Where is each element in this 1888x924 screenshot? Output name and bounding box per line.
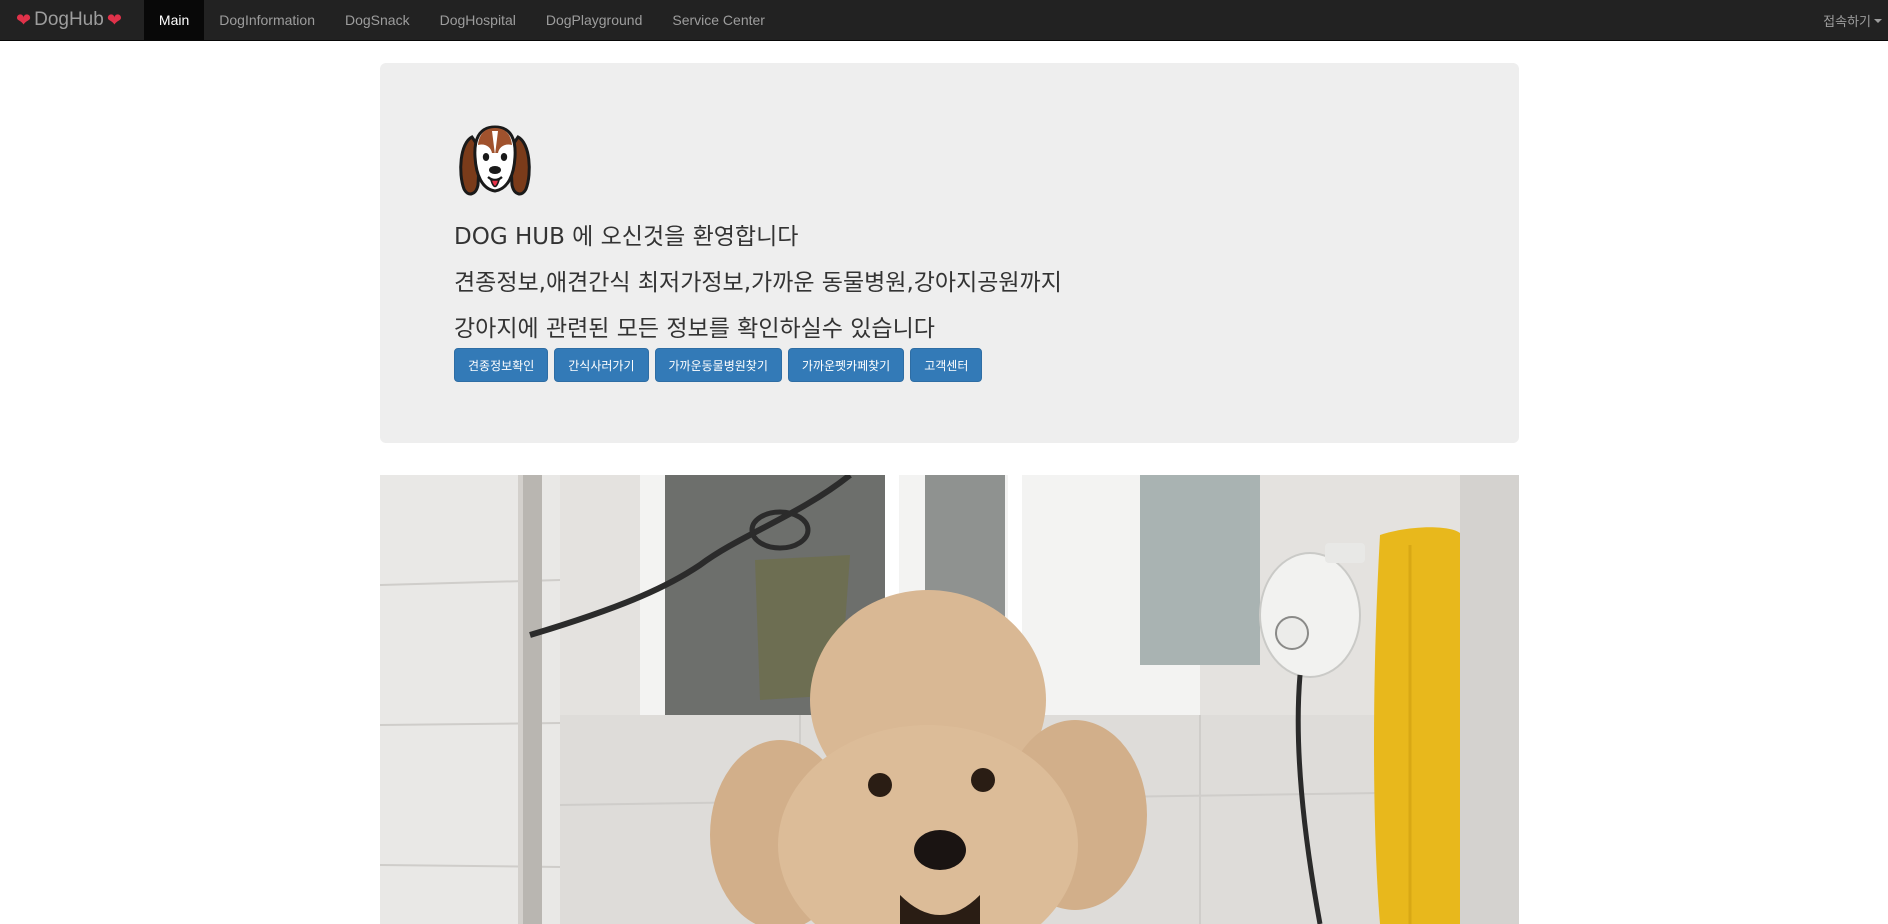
connect-dropdown[interactable]: 접속하기 (1813, 0, 1888, 41)
nav-item-doginformation[interactable]: DogInformation (204, 0, 330, 41)
find-hospital-button[interactable]: 가까운동물병원찾기 (654, 348, 782, 382)
nav-item-dogplayground[interactable]: DogPlayground (531, 0, 658, 41)
nav-item-service-center[interactable]: Service Center (657, 0, 780, 41)
welcome-heading: DOG HUB 에 오신것을 환영합니다 (454, 224, 799, 250)
welcome-jumbotron: DOG HUB 에 오신것을 환영합니다 견종정보,애견간식 최저가정보,가까운… (380, 63, 1519, 443)
brand-name: DogHub (34, 9, 104, 30)
brand-logo[interactable]: ❤ DogHub ❤ (0, 0, 144, 41)
connect-dropdown-label: 접속하기 (1823, 15, 1871, 30)
welcome-description-2: 강아지에 관련된 모든 정보를 확인하실수 있습니다 (454, 316, 935, 342)
customer-center-button[interactable]: 고객센터 (910, 348, 983, 382)
poodle-photo-illustration (380, 475, 1519, 924)
poodle-photo (380, 475, 1519, 924)
caret-down-icon (1874, 18, 1882, 23)
nav-item-main[interactable]: Main (143, 0, 205, 41)
find-pet-cafe-button[interactable]: 가까운펫카페찾기 (787, 348, 905, 382)
heart-icon: ❤ (106, 10, 122, 30)
buy-snack-button[interactable]: 간식사러가기 (554, 348, 649, 382)
nav-item-doghospital[interactable]: DogHospital (425, 0, 531, 41)
beagle-face-icon (459, 125, 531, 196)
hero-button-group: 견종정보확인 간식사러가기 가까운동물병원찾기 가까운펫카페찾기 고객센터 (454, 348, 983, 382)
heart-icon: ❤ (16, 10, 32, 30)
nav-item-dogsnack[interactable]: DogSnack (330, 0, 425, 41)
welcome-description-1: 견종정보,애견간식 최저가정보,가까운 동물병원,강아지공원까지 (454, 270, 1062, 296)
top-navbar: ❤ DogHub ❤ Main DogInformation DogSnack … (0, 0, 1888, 41)
breed-info-button[interactable]: 견종정보확인 (454, 348, 549, 382)
